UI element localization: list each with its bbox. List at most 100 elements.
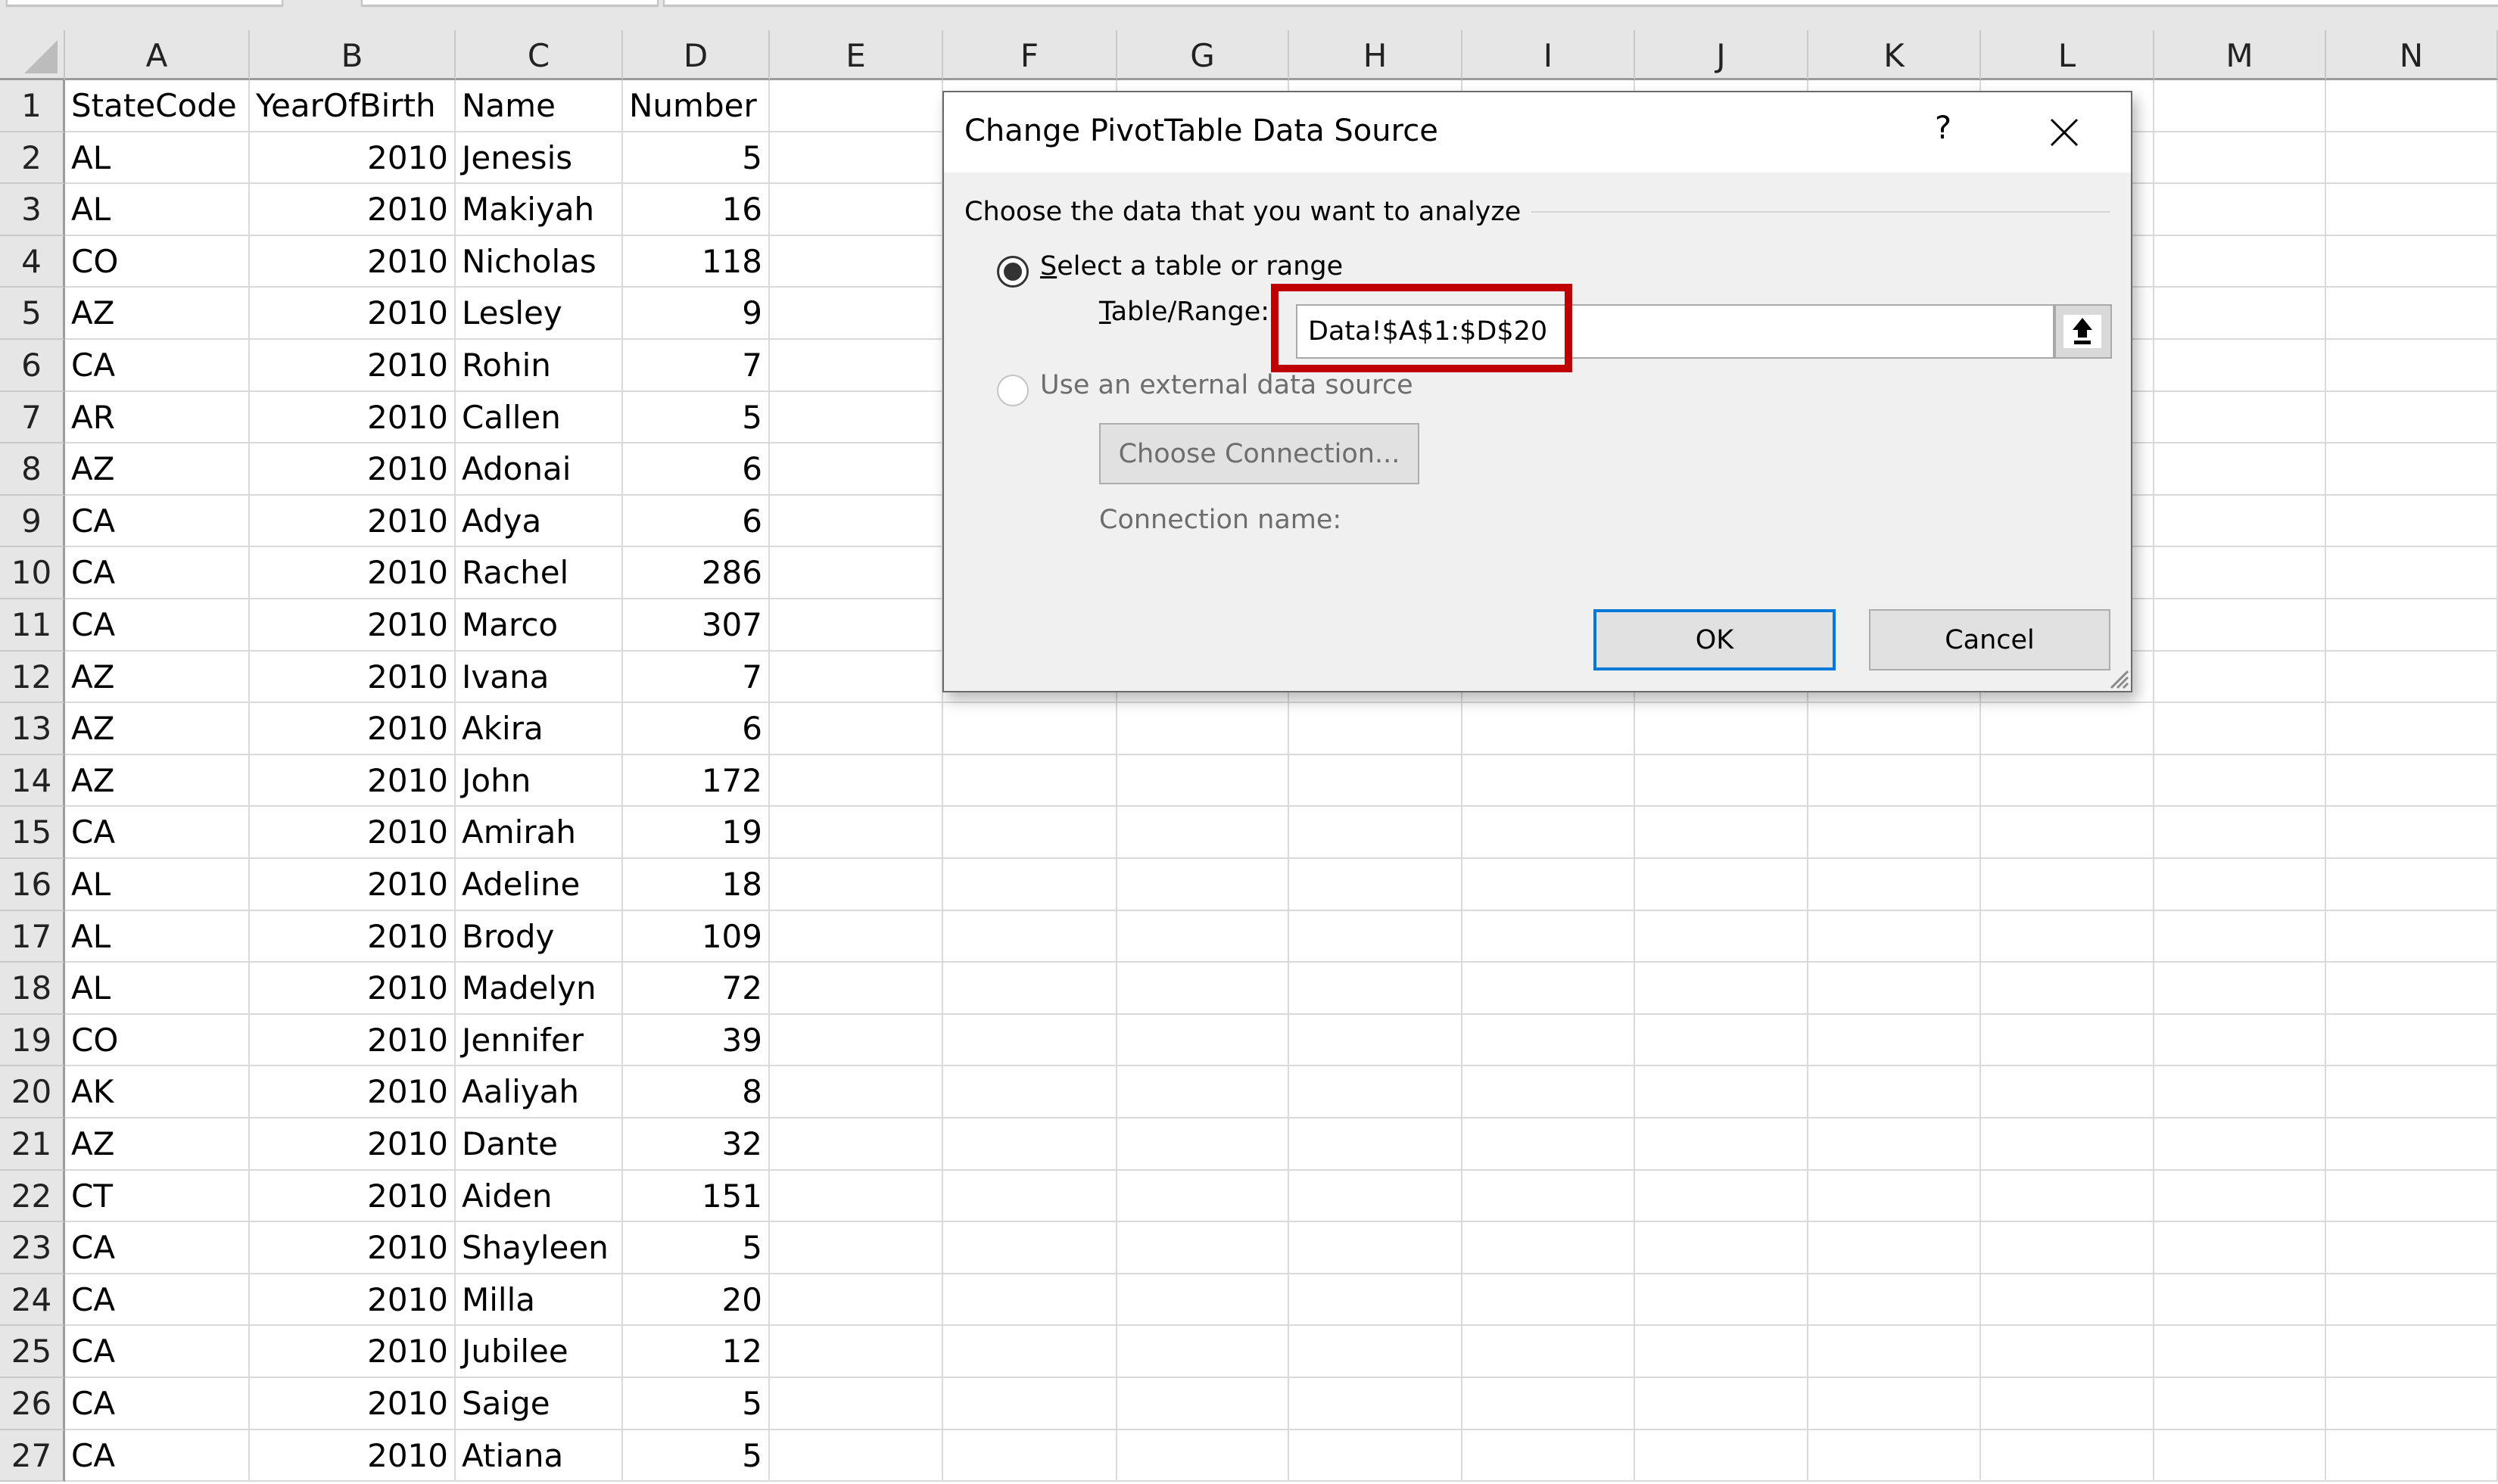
- cell-h18[interactable]: [1289, 963, 1462, 1015]
- cell-l23[interactable]: [1981, 1222, 2154, 1274]
- cell-n3[interactable]: [2326, 184, 2498, 236]
- cell-a21[interactable]: AZ: [65, 1118, 250, 1171]
- cell-h23[interactable]: [1289, 1222, 1462, 1274]
- cell-n23[interactable]: [2326, 1222, 2498, 1274]
- cell-e16[interactable]: [770, 859, 943, 911]
- cell-d4[interactable]: 118: [623, 236, 770, 288]
- cell-n14[interactable]: [2326, 755, 2498, 807]
- cell-l13[interactable]: [1981, 703, 2154, 755]
- row-header-12[interactable]: 12: [0, 652, 65, 703]
- cell-h26[interactable]: [1289, 1378, 1462, 1430]
- cell-b12[interactable]: 2010: [250, 652, 456, 703]
- cell-g16[interactable]: [1117, 859, 1289, 911]
- cell-b24[interactable]: 2010: [250, 1274, 456, 1326]
- cell-a19[interactable]: CO: [65, 1015, 250, 1066]
- cell-b2[interactable]: 2010: [250, 132, 456, 184]
- cell-b6[interactable]: 2010: [250, 340, 456, 392]
- cell-d22[interactable]: 151: [623, 1171, 770, 1222]
- cell-e17[interactable]: [770, 911, 943, 963]
- cell-h19[interactable]: [1289, 1015, 1462, 1066]
- cell-a12[interactable]: AZ: [65, 652, 250, 703]
- cell-k19[interactable]: [1808, 1015, 1981, 1066]
- cell-e2[interactable]: [770, 132, 943, 184]
- cell-b20[interactable]: 2010: [250, 1066, 456, 1118]
- cell-e24[interactable]: [770, 1274, 943, 1326]
- cell-n24[interactable]: [2326, 1274, 2498, 1326]
- row-header-18[interactable]: 18: [0, 963, 65, 1015]
- cell-i16[interactable]: [1462, 859, 1635, 911]
- cell-b10[interactable]: 2010: [250, 547, 456, 599]
- cell-a6[interactable]: CA: [65, 340, 250, 392]
- cell-f14[interactable]: [943, 755, 1117, 807]
- cell-e18[interactable]: [770, 963, 943, 1015]
- cell-h27[interactable]: [1289, 1430, 1462, 1482]
- cell-j15[interactable]: [1635, 807, 1808, 859]
- cell-f18[interactable]: [943, 963, 1117, 1015]
- cell-m5[interactable]: [2154, 288, 2326, 340]
- cell-c10[interactable]: Rachel: [456, 547, 623, 599]
- cell-g20[interactable]: [1117, 1066, 1289, 1118]
- cell-b14[interactable]: 2010: [250, 755, 456, 807]
- cell-b3[interactable]: 2010: [250, 184, 456, 236]
- cell-d12[interactable]: 7: [623, 652, 770, 703]
- name-box[interactable]: [6, 0, 283, 6]
- cell-i19[interactable]: [1462, 1015, 1635, 1066]
- cell-j19[interactable]: [1635, 1015, 1808, 1066]
- column-header-c[interactable]: C: [456, 30, 623, 80]
- cell-l22[interactable]: [1981, 1171, 2154, 1222]
- cell-a18[interactable]: AL: [65, 963, 250, 1015]
- cell-c21[interactable]: Dante: [456, 1118, 623, 1171]
- cell-c25[interactable]: Jubilee: [456, 1326, 623, 1378]
- cell-b15[interactable]: 2010: [250, 807, 456, 859]
- cell-n18[interactable]: [2326, 963, 2498, 1015]
- cell-d20[interactable]: 8: [623, 1066, 770, 1118]
- cell-m22[interactable]: [2154, 1171, 2326, 1222]
- cell-c20[interactable]: Aaliyah: [456, 1066, 623, 1118]
- column-header-l[interactable]: L: [1981, 30, 2154, 80]
- cell-n12[interactable]: [2326, 652, 2498, 703]
- cell-b11[interactable]: 2010: [250, 599, 456, 652]
- cell-j20[interactable]: [1635, 1066, 1808, 1118]
- cell-j22[interactable]: [1635, 1171, 1808, 1222]
- cell-h15[interactable]: [1289, 807, 1462, 859]
- cell-b8[interactable]: 2010: [250, 443, 456, 496]
- cell-d11[interactable]: 307: [623, 599, 770, 652]
- cell-a7[interactable]: AR: [65, 392, 250, 443]
- row-header-7[interactable]: 7: [0, 392, 65, 443]
- cell-n26[interactable]: [2326, 1378, 2498, 1430]
- cell-g13[interactable]: [1117, 703, 1289, 755]
- cell-j27[interactable]: [1635, 1430, 1808, 1482]
- cell-f16[interactable]: [943, 859, 1117, 911]
- formula-input[interactable]: [663, 0, 2498, 6]
- cell-m1[interactable]: [2154, 80, 2326, 132]
- cell-e26[interactable]: [770, 1378, 943, 1430]
- cell-e21[interactable]: [770, 1118, 943, 1171]
- cell-b21[interactable]: 2010: [250, 1118, 456, 1171]
- row-header-2[interactable]: 2: [0, 132, 65, 184]
- row-header-15[interactable]: 15: [0, 807, 65, 859]
- table-range-input[interactable]: [1296, 304, 2054, 359]
- row-header-6[interactable]: 6: [0, 340, 65, 392]
- cell-i22[interactable]: [1462, 1171, 1635, 1222]
- cell-m4[interactable]: [2154, 236, 2326, 288]
- row-header-16[interactable]: 16: [0, 859, 65, 911]
- cell-g21[interactable]: [1117, 1118, 1289, 1171]
- cell-m2[interactable]: [2154, 132, 2326, 184]
- cell-j14[interactable]: [1635, 755, 1808, 807]
- cell-c14[interactable]: John: [456, 755, 623, 807]
- row-header-24[interactable]: 24: [0, 1274, 65, 1326]
- column-header-h[interactable]: H: [1289, 30, 1462, 80]
- cell-m21[interactable]: [2154, 1118, 2326, 1171]
- cell-m16[interactable]: [2154, 859, 2326, 911]
- cell-d16[interactable]: 18: [623, 859, 770, 911]
- cell-a9[interactable]: CA: [65, 496, 250, 547]
- cell-d14[interactable]: 172: [623, 755, 770, 807]
- row-header-25[interactable]: 25: [0, 1326, 65, 1378]
- cell-m20[interactable]: [2154, 1066, 2326, 1118]
- cell-a14[interactable]: AZ: [65, 755, 250, 807]
- cell-e1[interactable]: [770, 80, 943, 132]
- cell-h21[interactable]: [1289, 1118, 1462, 1171]
- cell-m7[interactable]: [2154, 392, 2326, 443]
- cell-c18[interactable]: Madelyn: [456, 963, 623, 1015]
- cell-h20[interactable]: [1289, 1066, 1462, 1118]
